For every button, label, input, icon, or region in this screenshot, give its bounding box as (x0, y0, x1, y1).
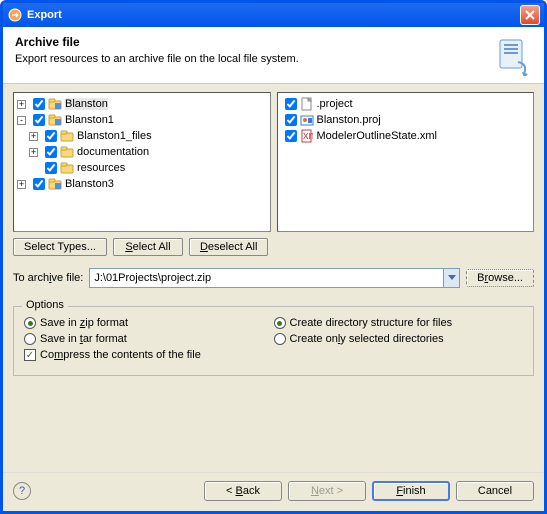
file-icon (300, 97, 314, 111)
back-button[interactable]: < Back (204, 481, 282, 501)
tree-item[interactable]: + Blanston (17, 96, 267, 112)
file-item[interactable]: Blanston.proj (281, 112, 531, 128)
tree-label: resources (77, 162, 125, 174)
file-item[interactable]: .project (281, 96, 531, 112)
archive-label: To archive file: (13, 272, 83, 284)
dialog-header: Archive file Export resources to an arch… (3, 27, 544, 84)
radio-icon (274, 333, 286, 345)
project-icon (48, 97, 62, 111)
archive-combo[interactable] (89, 268, 460, 288)
close-button[interactable] (520, 5, 540, 25)
file-item[interactable]: xml ModelerOutlineState.xml (281, 128, 531, 144)
resource-tree-right[interactable]: .project Blanston.proj xml ModelerOutlineSt… (277, 92, 535, 232)
tree-checkbox[interactable] (33, 114, 45, 126)
save-tar-radio[interactable]: Save in tar format (24, 333, 274, 345)
expand-icon[interactable]: + (17, 100, 26, 109)
help-button[interactable]: ? (13, 482, 31, 500)
select-types-button[interactable]: Select Types... (13, 238, 107, 256)
tree-label: Blanston3 (65, 178, 114, 190)
browse-button[interactable]: Browse... (466, 269, 534, 287)
titlebar[interactable]: Export (3, 3, 544, 27)
tree-label: Blanston1_files (77, 130, 152, 142)
cancel-button[interactable]: Cancel (456, 481, 534, 501)
next-button: Next > (288, 481, 366, 501)
finish-button[interactable]: Finish (372, 481, 450, 501)
tree-item[interactable]: + documentation (17, 144, 267, 160)
page-title: Archive file (15, 35, 484, 49)
page-description: Export resources to an archive file on t… (15, 53, 484, 65)
tree-checkbox[interactable] (45, 162, 57, 174)
radio-icon (24, 333, 36, 345)
save-zip-radio[interactable]: Save in zip format (24, 317, 274, 329)
expand-icon[interactable]: + (29, 148, 38, 157)
radio-icon (24, 317, 36, 329)
tree-checkbox[interactable] (45, 130, 57, 142)
tree-item[interactable]: + Blanston3 (17, 176, 267, 192)
tree-label: Blanston (65, 98, 108, 110)
archive-dropdown-icon[interactable] (444, 268, 460, 288)
file-checkbox[interactable] (285, 130, 297, 142)
tree-checkbox[interactable] (33, 178, 45, 190)
deselect-all-button[interactable]: Deselect All (189, 238, 268, 256)
export-icon (7, 7, 23, 23)
xml-icon: xml (300, 129, 314, 143)
svg-text:xml: xml (303, 130, 313, 142)
file-label: .project (317, 98, 353, 110)
create-selected-radio[interactable]: Create only selected directories (274, 333, 524, 345)
window-title: Export (27, 9, 520, 21)
dialog-footer: ? < Back Next > Finish Cancel (3, 472, 544, 511)
folder-icon (60, 129, 74, 143)
file-checkbox[interactable] (285, 114, 297, 126)
tree-item[interactable]: - Blanston1 (17, 112, 267, 128)
expand-icon[interactable]: + (17, 180, 26, 189)
checkbox-icon: ✓ (24, 349, 36, 361)
project-icon (48, 177, 62, 191)
folder-icon (60, 161, 74, 175)
radio-icon (274, 317, 286, 329)
tree-item[interactable]: + Blanston1_files (17, 128, 267, 144)
expand-icon[interactable]: + (29, 132, 38, 141)
select-all-button[interactable]: Select All (113, 238, 183, 256)
file-label: ModelerOutlineState.xml (317, 130, 437, 142)
collapse-icon[interactable]: - (17, 116, 26, 125)
file-label: Blanston.proj (317, 114, 381, 126)
compress-checkbox[interactable]: ✓ Compress the contents of the file (24, 349, 274, 361)
tree-label: Blanston1 (65, 114, 114, 126)
export-dialog: Export Archive file Export resources to … (0, 0, 547, 514)
archive-input[interactable] (89, 268, 444, 288)
proj-icon (300, 113, 314, 127)
project-icon (48, 113, 62, 127)
tree-checkbox[interactable] (33, 98, 45, 110)
archive-banner-icon (492, 35, 532, 75)
options-group: Options Save in zip format Save in tar f… (13, 306, 534, 376)
tree-item[interactable]: resources (17, 160, 267, 176)
folder-icon (60, 145, 74, 159)
resource-tree-left[interactable]: + Blanston - Blanston1 + Blanston1_files + docu… (13, 92, 271, 232)
tree-checkbox[interactable] (45, 146, 57, 158)
create-dir-radio[interactable]: Create directory structure for files (274, 317, 524, 329)
tree-label: documentation (77, 146, 149, 158)
options-legend: Options (22, 299, 68, 311)
file-checkbox[interactable] (285, 98, 297, 110)
